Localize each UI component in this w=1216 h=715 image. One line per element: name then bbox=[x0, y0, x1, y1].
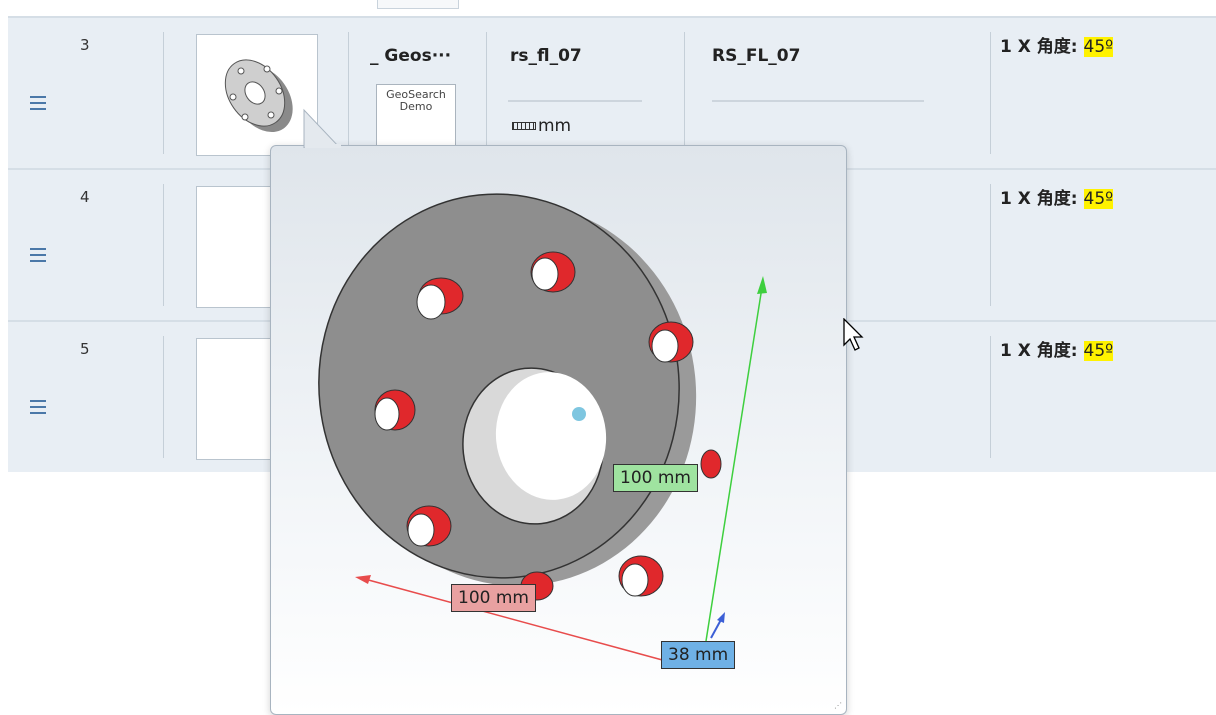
column-divider bbox=[486, 32, 487, 154]
hamburger-icon[interactable] bbox=[30, 400, 46, 414]
hamburger-icon[interactable] bbox=[30, 248, 46, 262]
svg-text:⋰: ⋰ bbox=[834, 701, 842, 710]
dimension-label-z: 38 mm bbox=[661, 641, 736, 669]
angle-cell: 1 X 角度: 45º bbox=[1000, 32, 1114, 57]
column-divider bbox=[990, 336, 991, 458]
column-divider bbox=[990, 32, 991, 154]
column-divider bbox=[163, 336, 164, 458]
column-divider bbox=[163, 32, 164, 154]
unit-value: mm bbox=[512, 116, 571, 136]
hamburger-icon[interactable] bbox=[30, 96, 46, 110]
logo-line: Demo bbox=[399, 100, 433, 113]
row-number: 4 bbox=[80, 188, 90, 206]
popup-pointer bbox=[303, 108, 341, 148]
ruler-icon bbox=[512, 122, 536, 130]
geosearch-demo-logo: GeoSearch Demo bbox=[376, 84, 456, 154]
angle-label: 1 X 角度: bbox=[1000, 341, 1084, 361]
row-number: 3 bbox=[80, 36, 90, 54]
mouse-pointer-icon bbox=[843, 318, 864, 351]
column-divider bbox=[348, 32, 349, 154]
angle-label: 1 X 角度: bbox=[1000, 189, 1084, 209]
flange-3d-icon: ⋰ bbox=[318, 193, 842, 710]
part-id[interactable]: rs_fl_07 bbox=[510, 46, 582, 66]
angle-cell: 1 X 角度: 45º bbox=[1000, 184, 1114, 209]
field-underline bbox=[508, 100, 642, 102]
column-divider bbox=[163, 184, 164, 306]
angle-value: 45º bbox=[1083, 37, 1114, 57]
field-underline bbox=[712, 100, 924, 102]
angle-value: 45º bbox=[1083, 341, 1114, 361]
column-divider bbox=[684, 32, 685, 154]
column-divider bbox=[990, 184, 991, 306]
part-code[interactable]: RS_FL_07 bbox=[712, 46, 800, 66]
preview-popup: ⋰ 100 mm 100 mm 38 mm bbox=[270, 145, 847, 715]
unit-label: mm bbox=[538, 116, 572, 136]
part-name[interactable]: _ Geos··· bbox=[370, 46, 451, 66]
row-number: 5 bbox=[80, 340, 90, 358]
dimension-label-y: 100 mm bbox=[613, 464, 698, 492]
dimension-label-x: 100 mm bbox=[451, 584, 536, 612]
angle-value: 45º bbox=[1083, 189, 1114, 209]
top-cell-stub bbox=[377, 0, 459, 9]
angle-label: 1 X 角度: bbox=[1000, 37, 1084, 57]
angle-cell: 1 X 角度: 45º bbox=[1000, 336, 1114, 361]
